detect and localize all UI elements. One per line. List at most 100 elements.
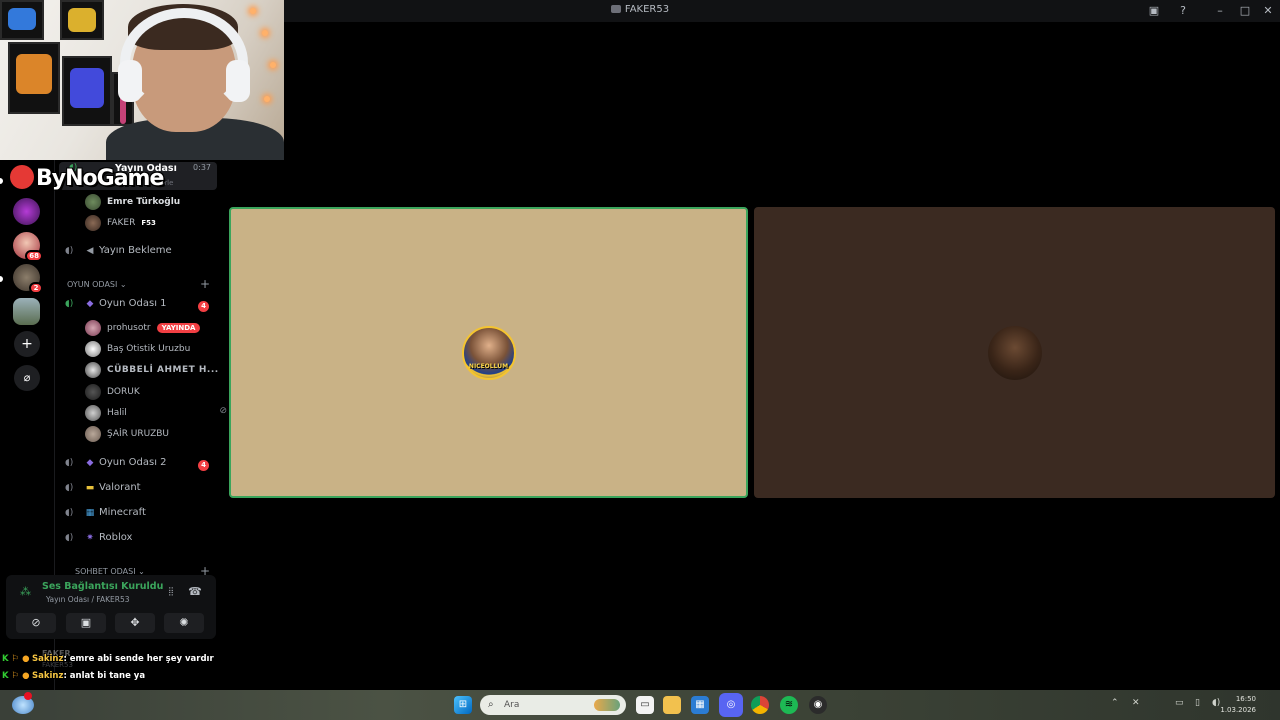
file-explorer-icon[interactable] [663, 696, 681, 714]
screen-share-button[interactable]: ▣ [66, 613, 106, 633]
voice-channel-valorant[interactable]: ◖) ▬ Valorant [65, 482, 141, 500]
webcam-overlay [0, 0, 284, 160]
voice-user-row[interactable]: Baş Otistik Uruzbu [85, 341, 190, 359]
landscape-icon: ▦ [85, 508, 95, 518]
server-icon[interactable]: 68 [13, 232, 43, 262]
maximize-button[interactable]: □ [1237, 3, 1253, 19]
deafened-icon: ⊘ [219, 406, 227, 416]
task-view-icon[interactable]: ▭ [636, 696, 654, 714]
speaker-icon: ◖) [65, 533, 74, 543]
participant-tile[interactable] [754, 207, 1275, 498]
system-clock[interactable]: 16:50 1.03.2026 [1220, 694, 1256, 716]
server-pip [0, 178, 3, 184]
channel-name: Oyun Odası 2 [99, 457, 167, 468]
voice-user-row[interactable]: FAKER F53 [85, 215, 156, 233]
server-icon[interactable]: 2 [13, 264, 43, 294]
taskbar-search[interactable]: ⌕ Ara [480, 695, 626, 715]
disconnect-icon[interactable]: ☎ [188, 585, 202, 599]
brand-logo: ByNoGame [10, 165, 164, 195]
voice-user-name: Baş Otistik Uruzbu [107, 344, 191, 354]
chrome-icon[interactable] [751, 696, 769, 714]
camera-off-button[interactable]: ⊘ [16, 613, 56, 633]
voice-user-row[interactable]: DORUK [85, 384, 140, 402]
voice-timer: 0:37 [193, 163, 211, 172]
fairy-light [262, 30, 268, 36]
voice-channel-minecraft[interactable]: ◖) ▦ Minecraft [65, 507, 146, 525]
inbox-icon[interactable]: ▣ [1146, 3, 1162, 19]
logo-icon [10, 165, 34, 189]
voice-user-row[interactable]: Halil ⊘ [85, 405, 235, 423]
tray-app-icon[interactable]: ✕ [1132, 698, 1140, 708]
speaker-icon: ◖) [65, 508, 74, 518]
store-icon[interactable]: ▦ [691, 696, 709, 714]
category-oyun-odasi[interactable]: OYUN ODASI ⌄ [67, 280, 127, 289]
tray-app-icon[interactable]: ▭ [1175, 698, 1184, 708]
soundboard-button[interactable]: ✺ [164, 613, 204, 633]
voice-user-name: Emre Türkoğlu [107, 197, 181, 207]
voice-user-name: FAKER [107, 218, 136, 228]
add-server-icon[interactable]: + [14, 331, 40, 357]
brand-text: ByNoGame [36, 166, 164, 191]
avatar [85, 426, 101, 442]
avatar [85, 405, 101, 421]
wall-poster [60, 0, 104, 40]
signal-icon: ⁂ [20, 585, 31, 598]
activities-button[interactable]: ✥ [115, 613, 155, 633]
voice-user-row[interactable]: Emre Türkoğlu [85, 194, 180, 212]
voice-channel-oyun-2[interactable]: ◖) ◆ Oyun Odası 2 4 [65, 457, 211, 475]
chat-message: K ⚐ ● Sakinz: emre abi sende her şey vard… [2, 654, 232, 668]
voice-user-row[interactable]: prohusotr YAYINDA [85, 320, 201, 338]
noise-suppression-icon[interactable]: ⦙⦙ [164, 585, 178, 599]
server-pip [0, 276, 3, 282]
wall-poster [8, 42, 60, 114]
gamepad-icon: ◆ [86, 458, 94, 468]
voice-channel-roblox[interactable]: ◖) ✷ Roblox [65, 532, 132, 550]
voice-channel-oyun-1[interactable]: ◖) ◆ Oyun Odası 1 4 [65, 298, 211, 316]
server-icon[interactable] [13, 298, 40, 325]
network-icon[interactable]: ▯ [1195, 698, 1200, 708]
search-icon: ⌕ [488, 699, 494, 710]
channel-name: Valorant [99, 482, 141, 493]
chat-message: K ⚐ ● Sakinz: anlat bi tane ya [2, 671, 232, 685]
avatar [85, 384, 101, 400]
voice-user-name: ŞAİR URUZBU [107, 429, 170, 439]
minimize-button[interactable]: – [1212, 3, 1228, 19]
wall-poster [0, 0, 44, 40]
chat-user: Sakinz [32, 654, 64, 664]
voice-user-row[interactable]: ŞAİR URUZBU [85, 426, 169, 444]
channel-icon: ◀ [86, 246, 94, 256]
avatar [85, 341, 101, 357]
volume-icon[interactable]: ◖) [1212, 698, 1220, 708]
server-icon[interactable] [13, 198, 40, 225]
obs-icon[interactable]: ◉ [809, 696, 827, 714]
chat-text: : anlat bi tane ya [63, 671, 146, 681]
add-channel-icon[interactable]: + [200, 277, 210, 291]
search-placeholder: Ara [504, 700, 520, 710]
voice-user-name: prohusotr [107, 323, 151, 333]
channel-name: Oyun Odası 1 [99, 298, 167, 309]
category-label: OYUN ODASI [67, 280, 118, 289]
channel-name: Yayın Bekleme [99, 245, 172, 256]
fairy-light [250, 8, 256, 14]
help-icon[interactable]: ? [1175, 3, 1191, 19]
discord-icon[interactable]: ◎ [719, 693, 743, 717]
voice-location[interactable]: Yayın Odası / FAKER53 [46, 595, 130, 604]
avatar-label: NICEOLLUM [468, 362, 509, 370]
gun-icon: ▬ [85, 483, 95, 493]
participant-avatar: NICEOLLUM [461, 325, 516, 380]
spotify-icon[interactable]: ≋ [780, 696, 798, 714]
live-badge: YAYINDA [156, 323, 201, 333]
voice-channel-yayin-bekleme[interactable]: ◖) ◀ Yayın Bekleme [65, 245, 172, 263]
voice-user-name: Halil [107, 408, 127, 418]
voice-user-row[interactable]: CÜBBELİ AHMET H... [85, 362, 219, 380]
channel-name: Minecraft [99, 507, 146, 518]
tray-chevron-icon[interactable]: ⌃ [1111, 698, 1119, 708]
fairy-light [264, 96, 270, 102]
clock-date: 1.03.2026 [1220, 706, 1256, 714]
explore-icon[interactable]: ⌀ [14, 365, 40, 391]
start-icon[interactable]: ⊞ [454, 696, 472, 714]
close-button[interactable]: ✕ [1260, 3, 1276, 19]
participant-tile-speaking[interactable]: NICEOLLUM [229, 207, 748, 498]
speaker-icon: ◖) [65, 458, 74, 468]
avatar [85, 215, 101, 231]
